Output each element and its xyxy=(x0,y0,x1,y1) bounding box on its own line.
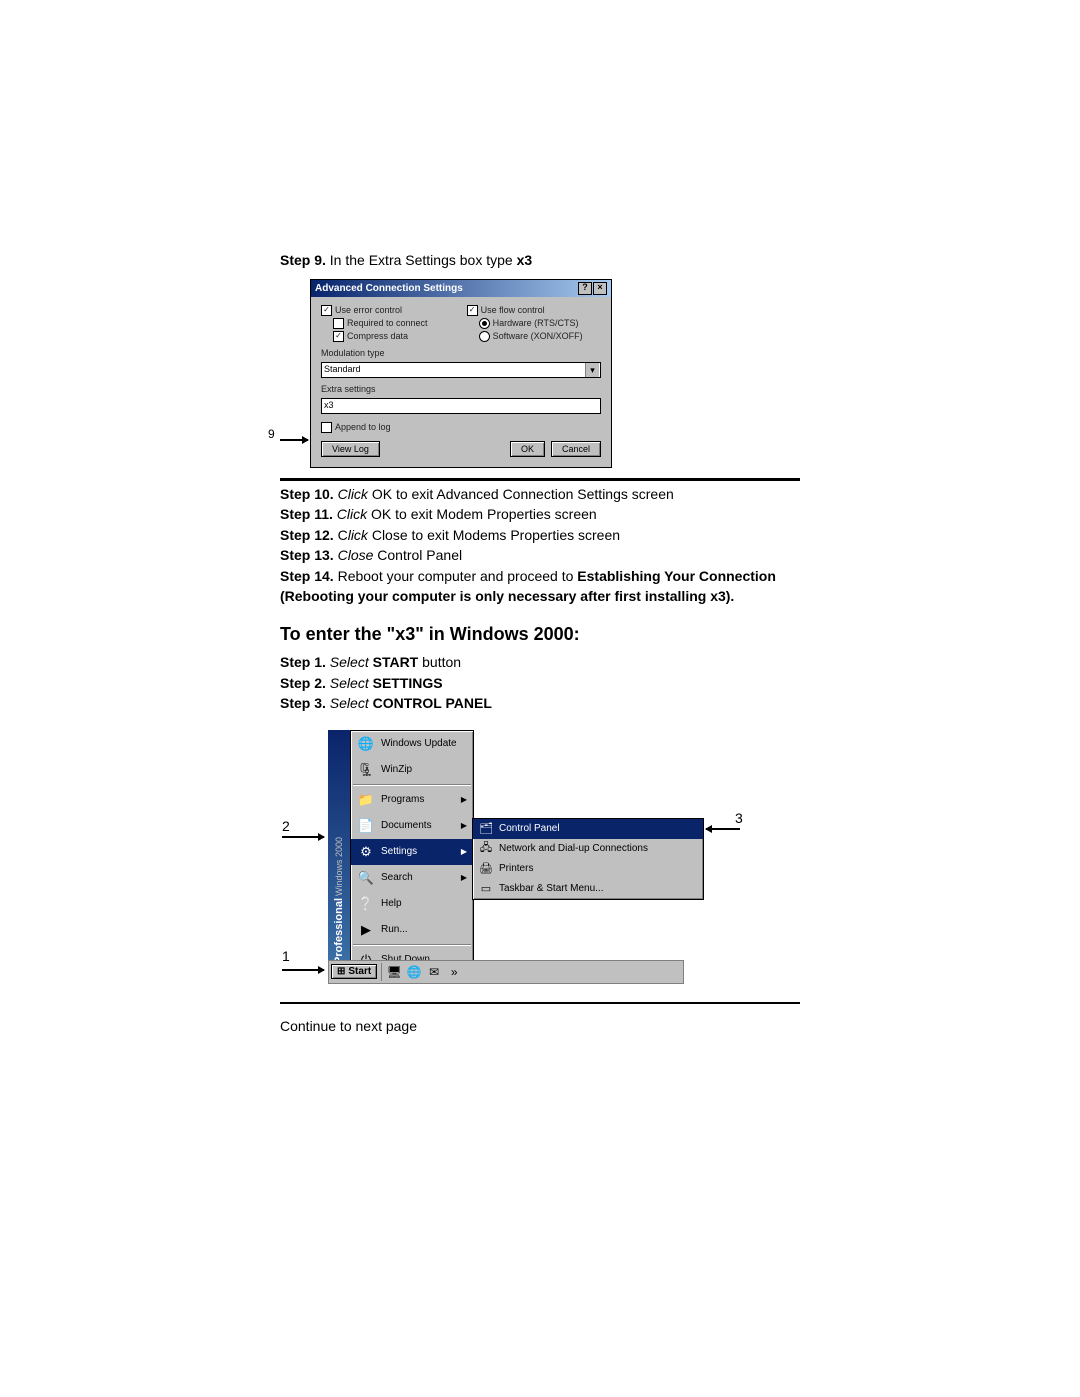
divider xyxy=(280,478,800,481)
step-13: Step 13. Close Control Panel xyxy=(280,546,800,566)
callout-1-arrow xyxy=(282,969,324,971)
step-10: Step 10. Click OK to exit Advanced Conne… xyxy=(280,485,800,505)
view-log-button[interactable]: View Log xyxy=(321,441,380,457)
menu-item-run[interactable]: ▶Run... xyxy=(351,917,473,943)
programs-icon: 📁 xyxy=(357,791,375,809)
checkbox-required-to-connect[interactable]: Required to connect xyxy=(333,318,455,329)
submenu-item-taskbar[interactable]: ▭Taskbar & Start Menu... xyxy=(473,879,703,899)
figure-advanced-connection-settings: 9 Advanced Connection Settings ? × ✓Use … xyxy=(280,279,800,468)
step-2: Step 2. Select SETTINGS xyxy=(280,674,800,694)
start-menu-sidebar-text: Professional Windows 2000 xyxy=(328,730,350,968)
label-extra-settings: Extra settings xyxy=(321,384,601,394)
start-button[interactable]: ⊞Start xyxy=(331,964,377,979)
control-panel-icon: 🗂 xyxy=(479,822,493,836)
printer-icon: 🖨 xyxy=(479,862,493,876)
chevron-right-icon: ▶ xyxy=(461,873,467,882)
checkbox-append-to-log[interactable]: Append to log xyxy=(321,422,601,433)
submenu-item-network[interactable]: 🖧Network and Dial-up Connections xyxy=(473,839,703,859)
step-9-label: Step 9. xyxy=(280,252,326,268)
continue-text: Continue to next page xyxy=(280,1018,800,1034)
label-modulation-type: Modulation type xyxy=(321,348,601,358)
menu-item-documents[interactable]: 📄Documents▶ xyxy=(351,813,473,839)
settings-submenu: 🗂Control Panel 🖧Network and Dial-up Conn… xyxy=(472,818,704,900)
divider xyxy=(280,1002,800,1004)
search-icon: 🔍 xyxy=(357,869,375,887)
cancel-button[interactable]: Cancel xyxy=(551,441,601,457)
quick-launch-outlook-icon[interactable]: ✉ xyxy=(426,964,442,980)
ok-button[interactable]: OK xyxy=(510,441,545,457)
run-icon: ▶ xyxy=(357,921,375,939)
chevron-right-icon: ▶ xyxy=(461,847,467,856)
menu-item-programs[interactable]: 📁Programs▶ xyxy=(351,787,473,813)
dialog-window: Advanced Connection Settings ? × ✓Use er… xyxy=(310,279,612,468)
quick-launch-ie-icon[interactable]: 🌐 xyxy=(406,964,422,980)
settings-icon: ⚙ xyxy=(357,843,375,861)
menu-item-windows-update[interactable]: 🌐Windows Update xyxy=(351,731,473,757)
menu-item-settings[interactable]: ⚙Settings▶ xyxy=(351,839,473,865)
help-icon: ❔ xyxy=(357,895,375,913)
submenu-item-printers[interactable]: 🖨Printers xyxy=(473,859,703,879)
callout-9-label: 9 xyxy=(268,427,275,441)
submenu-item-control-panel[interactable]: 🗂Control Panel xyxy=(473,819,703,839)
quick-launch-chevron-icon[interactable]: » xyxy=(446,964,462,980)
menu-separator xyxy=(353,944,471,946)
close-icon[interactable]: × xyxy=(593,282,607,295)
network-icon: 🖧 xyxy=(479,842,493,856)
documents-icon: 📄 xyxy=(357,817,375,835)
callout-3-label: 3 xyxy=(735,810,743,826)
quick-launch-desktop-icon[interactable]: 🖥 xyxy=(386,964,402,980)
radio-hardware[interactable]: Hardware (RTS/CTS) xyxy=(479,318,601,329)
menu-item-search[interactable]: 🔍Search▶ xyxy=(351,865,473,891)
callout-3-arrow xyxy=(706,828,740,830)
step-1: Step 1. Select START button xyxy=(280,653,800,673)
step-3: Step 3. Select CONTROL PANEL xyxy=(280,694,800,714)
figure-start-menu: 2 1 3 Professional Windows 2000 🌐Windows… xyxy=(280,724,800,994)
callout-2-label: 2 xyxy=(282,818,290,834)
menu-item-help[interactable]: ❔Help xyxy=(351,891,473,917)
checkbox-compress-data[interactable]: ✓Compress data xyxy=(333,331,455,342)
globe-icon: 🌐 xyxy=(357,735,375,753)
checkbox-use-flow-control[interactable]: ✓Use flow control xyxy=(467,305,601,316)
input-extra-settings[interactable]: x3 xyxy=(321,398,601,414)
taskbar: ⊞Start 🖥 🌐 ✉ » xyxy=(328,960,684,984)
chevron-right-icon: ▶ xyxy=(461,821,467,830)
taskbar-icon: ▭ xyxy=(479,882,493,896)
step-14: Step 14. Reboot your computer and procee… xyxy=(280,567,800,606)
callout-2-arrow xyxy=(282,836,324,838)
start-menu: 🌐Windows Update 🗜WinZip 📁Programs▶ 📄Docu… xyxy=(350,730,474,974)
step-11: Step 11. Click OK to exit Modem Properti… xyxy=(280,505,800,525)
chevron-right-icon: ▶ xyxy=(461,795,467,804)
winzip-icon: 🗜 xyxy=(357,761,375,779)
document-page: Step 9. In the Extra Settings box type x… xyxy=(0,0,1080,1114)
dialog-titlebar: Advanced Connection Settings ? × xyxy=(311,280,611,297)
callout-1-label: 1 xyxy=(282,948,290,964)
dialog-title: Advanced Connection Settings xyxy=(315,283,463,294)
menu-item-winzip[interactable]: 🗜WinZip xyxy=(351,757,473,783)
radio-software[interactable]: Software (XON/XOFF) xyxy=(479,331,601,342)
step-9: Step 9. In the Extra Settings box type x… xyxy=(280,251,800,271)
menu-separator xyxy=(353,784,471,786)
section-heading: To enter the "x3" in Windows 2000: xyxy=(280,624,800,645)
checkbox-use-error-control[interactable]: ✓Use error control xyxy=(321,305,455,316)
callout-9-arrow xyxy=(280,439,308,441)
select-modulation-type[interactable]: Standard xyxy=(321,362,601,378)
windows-icon: ⊞ xyxy=(337,966,345,977)
help-icon[interactable]: ? xyxy=(578,282,592,295)
step-12: Step 12. Click Close to exit Modems Prop… xyxy=(280,526,800,546)
